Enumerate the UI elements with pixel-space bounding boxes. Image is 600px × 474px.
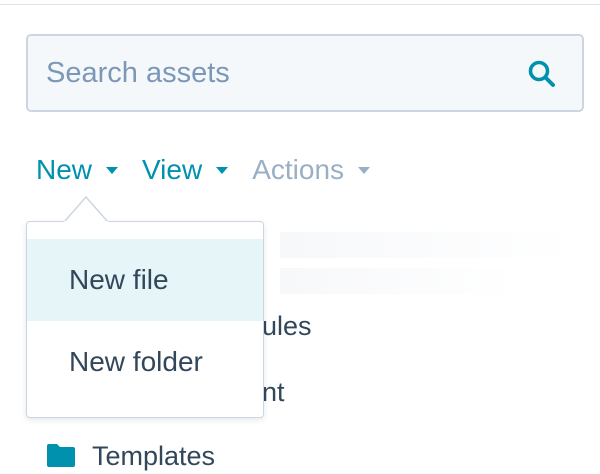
menu-item-new-file[interactable]: New file xyxy=(27,239,263,321)
chevron-down-icon xyxy=(358,167,371,174)
list-row-background xyxy=(280,232,580,258)
list-item-partial[interactable]: nt xyxy=(262,377,285,408)
actions-menu-button[interactable]: Actions xyxy=(252,154,371,186)
search-box[interactable] xyxy=(26,34,584,112)
list-row-background xyxy=(280,268,520,294)
menu-item-label: New folder xyxy=(69,346,203,377)
new-menu-label: New xyxy=(36,154,93,185)
search-icon[interactable] xyxy=(526,58,558,90)
chevron-down-icon xyxy=(106,167,119,174)
list-item-label: Templates xyxy=(92,441,216,471)
list-item-label: ules xyxy=(262,311,312,341)
folder-icon xyxy=(47,444,75,467)
toolbar: New View Actions xyxy=(36,150,394,190)
file-manager-panel: New View Actions ules nt Templates xyxy=(0,0,600,474)
top-divider xyxy=(0,0,600,5)
menu-item-new-folder[interactable]: New folder xyxy=(27,321,263,403)
list-item-templates[interactable]: Templates xyxy=(92,441,215,472)
chevron-down-icon xyxy=(216,167,229,174)
view-menu-button[interactable]: View xyxy=(142,154,229,186)
view-menu-label: View xyxy=(142,154,203,185)
list-item-partial[interactable]: ules xyxy=(262,311,312,342)
dropdown-pointer xyxy=(64,195,108,223)
list-item-label: nt xyxy=(262,377,285,407)
new-menu-button[interactable]: New xyxy=(36,154,119,186)
search-input[interactable] xyxy=(46,36,506,110)
menu-item-label: New file xyxy=(69,264,169,295)
new-dropdown-menu: New file New folder xyxy=(26,221,264,418)
actions-menu-label: Actions xyxy=(252,154,345,185)
